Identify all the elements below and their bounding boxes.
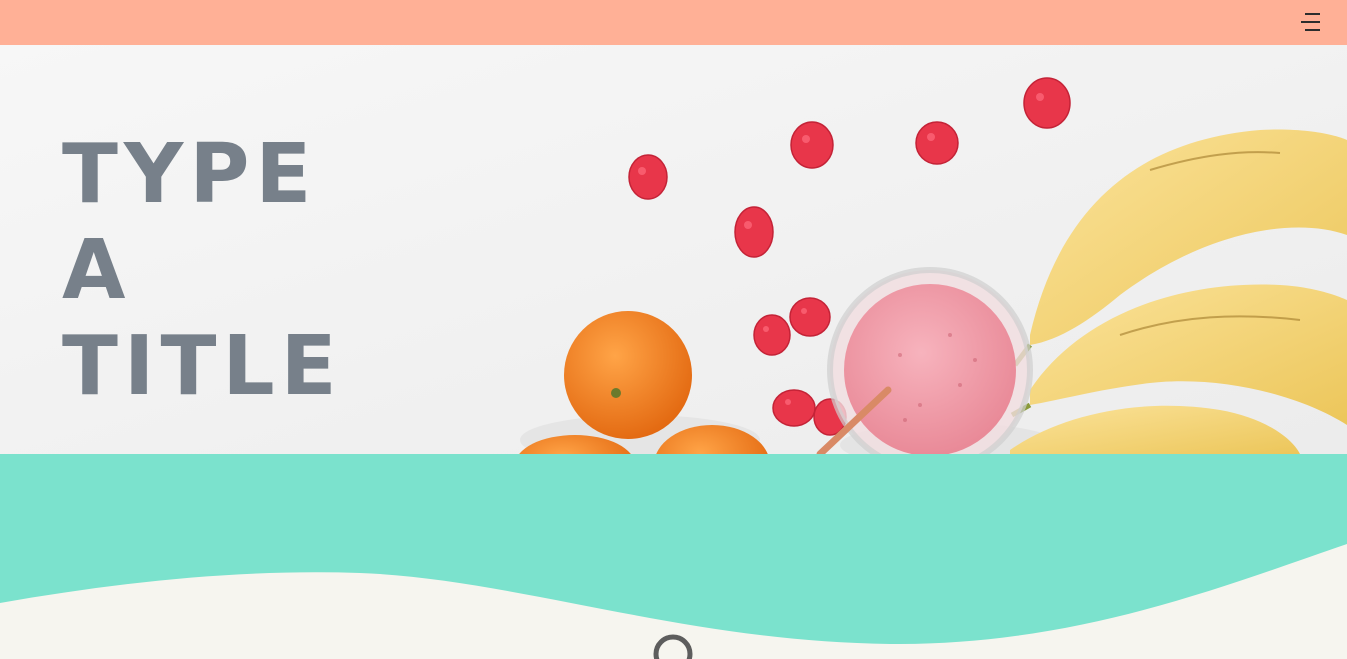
hero-title: TYPE A TITLE — [62, 127, 343, 415]
hero-title-line: TITLE — [62, 319, 343, 414]
wave-divider — [0, 544, 1347, 659]
hero-section: TYPE A TITLE — [0, 45, 1347, 454]
hero-title-line: TYPE — [62, 127, 318, 222]
loading-ring-icon — [653, 634, 693, 659]
menu-icon — [1301, 13, 1320, 31]
hero-title-line: A — [62, 223, 132, 318]
content-section — [0, 454, 1347, 659]
menu-button[interactable] — [1297, 10, 1323, 34]
top-bar — [0, 0, 1347, 45]
